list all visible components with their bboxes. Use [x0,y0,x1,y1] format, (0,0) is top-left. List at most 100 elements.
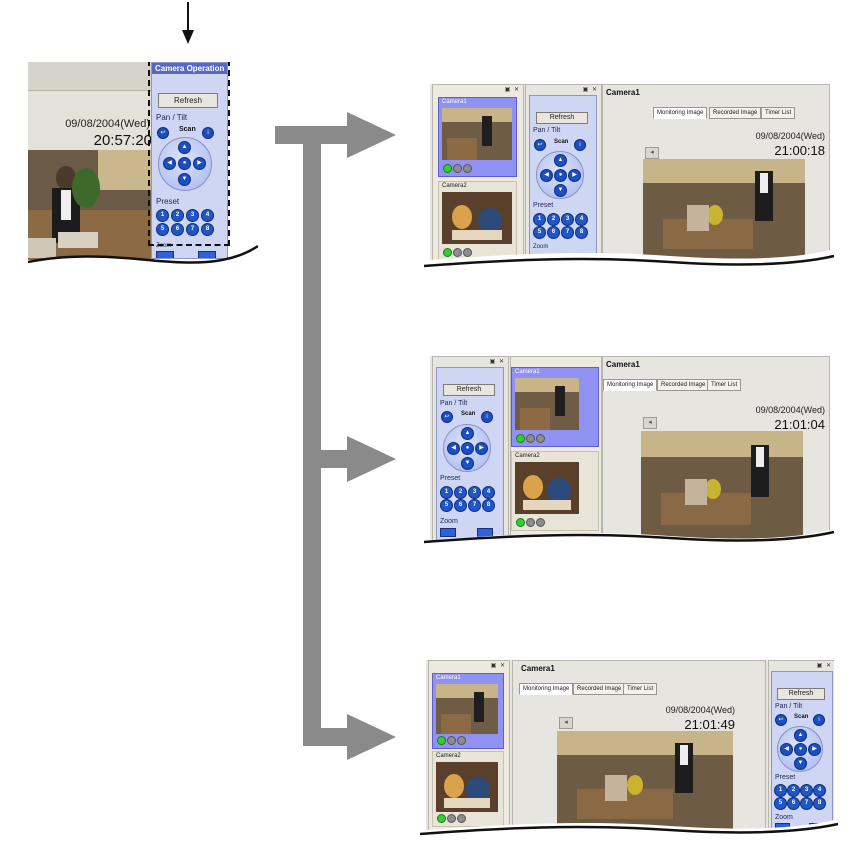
tab-monitoring-image[interactable]: Monitoring Image [603,379,658,391]
tilt-down-button[interactable]: ▼ [794,757,807,770]
refresh-button[interactable]: Refresh [777,688,825,700]
tilt-up-button[interactable]: ▲ [554,154,567,167]
preset-label: Preset [440,475,461,482]
camera-list-panel: ▣ ✕ Camera1 Camera2 [432,84,524,264]
preset-4-button[interactable]: 4 [482,486,495,499]
info-icon[interactable]: i [574,139,586,151]
camera-item-camera1[interactable]: Camera1 [511,367,599,447]
status-gray-icon [453,164,462,173]
monitor-time: 21:01:49 [684,717,735,732]
info-icon[interactable]: i [813,714,825,726]
tab-monitoring-image[interactable]: Monitoring Image [653,107,708,119]
camera-scene-image [515,378,579,430]
home-icon[interactable]: ↩ [534,139,546,151]
pan-right-button[interactable]: ▶ [475,442,488,455]
tilt-down-button[interactable]: ▼ [461,457,474,470]
down-arrow-icon [181,2,195,46]
camera1-label: Camera1 [436,675,461,681]
preset-5-button[interactable]: 5 [533,226,546,239]
pan-tilt-dial-icon[interactable]: ▲ ◀ ● ▶ ▼ [777,726,823,772]
pan-tilt-dial-icon[interactable]: ▲ ◀ ● ▶ ▼ [536,151,584,199]
window-1: ▣ ✕ Camera1 Camera2 ▣ ✕ Refresh Pan / Ti… [430,84,830,264]
tab-monitoring-image[interactable]: Monitoring Image [519,683,574,695]
home-icon[interactable]: ↩ [441,411,453,423]
tilt-up-button[interactable]: ▲ [794,729,807,742]
status-gray-icon [447,736,456,745]
preset-2-button[interactable]: 2 [454,486,467,499]
main-view-pane: Camera1 Monitoring Image Recorded Image … [602,84,830,264]
preset-1-button[interactable]: 1 [533,213,546,226]
monitor-time: 21:01:04 [774,417,825,432]
preset-8-button[interactable]: 8 [575,226,588,239]
preset-label: Preset [775,774,796,781]
preset-2-button[interactable]: 2 [547,213,560,226]
pan-left-button[interactable]: ◀ [540,169,553,182]
pan-right-button[interactable]: ▶ [568,169,581,182]
preset-7-button[interactable]: 7 [468,499,481,512]
pan-left-button[interactable]: ◀ [780,743,793,756]
preset-5-button[interactable]: 5 [440,499,453,512]
pan-left-button[interactable]: ◀ [447,442,460,455]
camera-scene-image [436,684,498,734]
camera-operation-panel: Refresh Pan / Tilt ↩ Scan i ▲ ◀ ● ▶ ▼ Pr… [529,95,597,263]
camera-item-camera1[interactable]: Camera1 [432,673,504,749]
center-button[interactable]: ● [794,743,807,756]
monitor-time: 21:00:18 [774,143,825,158]
refresh-button[interactable]: Refresh [536,112,588,124]
panel-controls[interactable]: ▣ ✕ [817,662,832,669]
status-green-icon [437,736,446,745]
preset-8-button[interactable]: 8 [813,797,826,810]
pan-right-button[interactable]: ▶ [808,743,821,756]
preset-6-button[interactable]: 6 [454,499,467,512]
center-button[interactable]: ● [461,442,474,455]
panel-controls[interactable]: ▣ ✕ [583,86,598,93]
tab-recorded-image[interactable]: Recorded Image [657,379,710,391]
preset-6-button[interactable]: 6 [547,226,560,239]
camera1-label: Camera1 [442,99,467,105]
preset-6-button[interactable]: 6 [787,797,800,810]
preset-3-button[interactable]: 3 [468,486,481,499]
tilt-down-button[interactable]: ▼ [554,184,567,197]
source-date: 09/08/2004(Wed) [65,118,150,130]
preset-buttons: 1 2 3 4 5 6 7 8 [440,486,500,514]
source-screenshot: 09/08/2004(Wed) 20:57:20 Camera Operatio… [28,62,258,267]
pan-tilt-dial-icon[interactable]: ▲ ◀ ● ▶ ▼ [443,424,491,472]
speaker-icon[interactable]: ◂ [643,417,657,429]
tilt-up-button[interactable]: ▲ [461,427,474,440]
main-view-pane: Camera1 Monitoring Image Recorded Image … [512,660,766,832]
torn-edge-line-2 [424,530,835,544]
preset-7-button[interactable]: 7 [800,797,813,810]
camera-item-camera2[interactable]: Camera2 [511,451,599,531]
refresh-button[interactable]: Refresh [443,384,495,396]
camera-scene-image [442,108,512,160]
home-icon[interactable]: ↩ [775,714,787,726]
status-gray-icon [526,434,535,443]
tab-timer-list[interactable]: Timer List [761,107,796,119]
info-icon[interactable]: i [481,411,493,423]
tab-timer-list[interactable]: Timer List [623,683,658,695]
preset-8-button[interactable]: 8 [482,499,495,512]
main-view-pane: Camera1 Monitoring Image Recorded Image … [602,356,830,542]
preset-4-button[interactable]: 4 [575,213,588,226]
preset-2-button[interactable]: 2 [787,784,800,797]
preset-7-button[interactable]: 7 [561,226,574,239]
preset-3-button[interactable]: 3 [800,784,813,797]
camera-scene-image [442,192,512,244]
camera-scene-image [436,762,498,812]
speaker-icon[interactable]: ◂ [645,147,659,159]
tab-recorded-image[interactable]: Recorded Image [573,683,626,695]
preset-3-button[interactable]: 3 [561,213,574,226]
camera-item-camera1[interactable]: Camera1 [438,97,517,177]
preset-1-button[interactable]: 1 [774,784,787,797]
speaker-icon[interactable]: ◂ [559,717,573,729]
preset-4-button[interactable]: 4 [813,784,826,797]
tab-timer-list[interactable]: Timer List [707,379,742,391]
tab-recorded-image[interactable]: Recorded Image [709,107,762,119]
preset-5-button[interactable]: 5 [774,797,787,810]
panel-controls[interactable]: ▣ ✕ [505,86,520,93]
panel-controls[interactable]: ▣ ✕ [491,662,506,669]
center-button[interactable]: ● [554,169,567,182]
status-gray-icon [457,736,466,745]
preset-1-button[interactable]: 1 [440,486,453,499]
panel-controls[interactable]: ▣ ✕ [490,358,505,365]
